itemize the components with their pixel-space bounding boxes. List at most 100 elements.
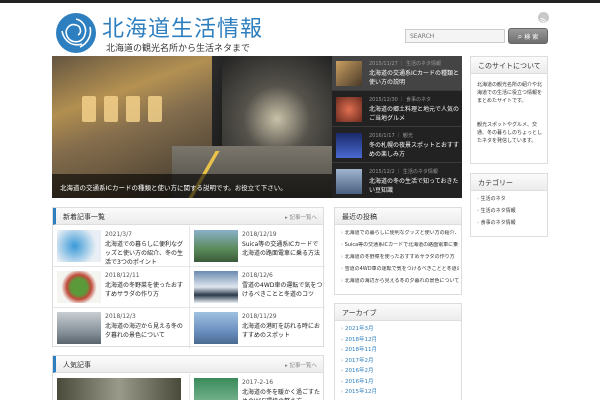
post-item[interactable]: 2018/12/11 北海道の冬野菜を使ったおすすめサラダの作り方 bbox=[53, 267, 189, 308]
post-title[interactable]: 北海道の冬を暖かく過ごすためのWiFi環境の整え方 bbox=[242, 388, 324, 400]
slide-date: 2016/1/17 ｜ 観光 bbox=[369, 133, 413, 139]
section-header: 最近の投稿 bbox=[335, 208, 461, 225]
search-button[interactable]: ⌕ 検 索 bbox=[508, 28, 548, 44]
section-title: このサイトについて bbox=[478, 62, 541, 70]
post-date: 2018/11/29 bbox=[242, 313, 277, 320]
site-description: 北海道の観光名所から生活ネタまで bbox=[106, 44, 251, 54]
slide-title[interactable]: 北海道の冬の生活で知っておきたい豆知識 bbox=[369, 177, 459, 195]
slide-thumbnail bbox=[336, 61, 362, 86]
slider-item[interactable]: 2016/1/17 ｜ 観光 冬の札幌の夜景スポットとおすすめの楽しみ方 bbox=[332, 128, 462, 163]
post-thumbnail[interactable] bbox=[194, 230, 238, 262]
site-title[interactable]: 北海道生活情報 bbox=[102, 11, 263, 43]
tunnel-area bbox=[222, 56, 332, 146]
archive-list: 2021年3月 2018年12月 2018年11月 2017年2月 2016年2… bbox=[341, 326, 377, 400]
list-item[interactable]: 北海道での暮らしに便利なグッズと使い方の紹介、冬の生活で3つのポイント bbox=[341, 230, 459, 237]
archive-link[interactable]: 2016年1月 bbox=[341, 379, 377, 386]
slider-item[interactable]: 2015/12/30 ｜ 食事のネタ 北海道の郷土料理と地元で人気のご当地グルメ bbox=[332, 92, 462, 127]
section-title: 最近の投稿 bbox=[342, 213, 377, 221]
search-button-label: 検 索 bbox=[524, 34, 539, 41]
about-text: 観光スポットやグルメ、交通、冬の暮らしのちょっとしたネタを発信しています。 bbox=[477, 122, 543, 144]
section-title: アーカイブ bbox=[342, 309, 377, 317]
train-window bbox=[104, 96, 118, 122]
post-item[interactable]: 2017-2-16 北海道の冬を暖かく過ごすためのWiFi環境の整え方 bbox=[189, 374, 325, 400]
category-link[interactable]: 食事のネタ情報 bbox=[477, 220, 516, 227]
post-title[interactable]: Suica等の交通系ICカードで北海道の路面電車に乗る方法 bbox=[242, 240, 324, 258]
rose-flower-icon[interactable] bbox=[54, 11, 98, 55]
section-title: カテゴリー bbox=[478, 179, 513, 187]
about-widget: このサイトについて 北海道の観光名所の紹介や北海道での生活に役立つ情報をまとめた… bbox=[470, 56, 548, 164]
slide-title[interactable]: 北海道の郷土料理と地元で人気のご当地グルメ bbox=[369, 105, 459, 123]
about-text: 北海道の観光名所の紹介や北海道での生活に役立つ情報をまとめたサイトです。 bbox=[477, 82, 543, 104]
slide-thumbnail bbox=[336, 97, 362, 122]
post-title[interactable]: 北海道の冬野菜を使ったおすすめサラダの作り方 bbox=[105, 281, 187, 299]
train-window bbox=[126, 96, 140, 122]
archive-widget: アーカイブ 2021年3月 2018年12月 2018年11月 2017年2月 … bbox=[334, 303, 462, 400]
train-window bbox=[148, 96, 162, 122]
slide-date: 2015/12/2 ｜ 生活のネタ情報 bbox=[369, 169, 438, 175]
post-thumbnail[interactable] bbox=[194, 312, 238, 344]
archive-link[interactable]: 2018年12月 bbox=[341, 337, 377, 344]
archive-link[interactable]: 2021年3月 bbox=[341, 326, 377, 333]
category-list: 生活のネタ 生活のネタ情報 食事のネタ情報 bbox=[477, 196, 516, 232]
slide-thumbnail bbox=[336, 133, 362, 158]
list-item[interactable]: Suica等の交通系ICカードで北海道の路面電車に乗る方法について bbox=[341, 242, 459, 249]
post-item[interactable]: 2018/12/19 Suica等の交通系ICカードで北海道の路面電車に乗る方法 bbox=[189, 226, 325, 267]
search-input[interactable] bbox=[405, 29, 505, 43]
post-thumbnail[interactable] bbox=[57, 271, 101, 303]
more-link[interactable]: ▸ 記事一覧へ bbox=[285, 361, 317, 369]
post-thumbnail[interactable] bbox=[57, 378, 181, 400]
section-title: 新着記事一覧 bbox=[63, 213, 105, 221]
slider-item[interactable]: 2015/11/27 ｜ 生活のネタ情報 北海道の交通系ICカードの種類と使い方… bbox=[332, 56, 462, 91]
train-window bbox=[82, 96, 96, 122]
post-title[interactable]: 北海道での暮らしに便利なグッズと使い方の紹介、冬の生活で3つのポイント bbox=[105, 240, 187, 267]
section-header: 新着記事一覧 ▸ 記事一覧へ bbox=[53, 208, 323, 225]
post-date: 2018/12/3 bbox=[105, 313, 136, 320]
slider-list: 2015/11/27 ｜ 生活のネタ情報 北海道の交通系ICカードの種類と使い方… bbox=[332, 56, 462, 198]
archive-link[interactable]: 2016年2月 bbox=[341, 368, 377, 375]
post-title[interactable]: 雪道の4WD車の運転で気をつけるべきことと冬道のコツ bbox=[242, 281, 324, 299]
post-item[interactable]: 2018/12/3 北海道の海辺から見える冬の夕暮れの景色について bbox=[53, 308, 189, 349]
post-date: 2018/12/11 bbox=[105, 272, 140, 279]
recent-posts-widget: 最近の投稿 北海道での暮らしに便利なグッズと使い方の紹介、冬の生活で3つのポイン… bbox=[334, 207, 462, 295]
post-thumbnail[interactable] bbox=[57, 312, 101, 344]
section-header: 人気記事 ▸ 記事一覧へ bbox=[53, 356, 323, 373]
post-date: 2021/3/7 bbox=[105, 231, 132, 238]
slide-title[interactable]: 北海道の交通系ICカードの種類と使い方の説明 bbox=[369, 69, 459, 87]
list-item[interactable]: 北海道の冬野菜を使ったおすすめサラダの作り方 bbox=[341, 254, 459, 261]
post-item[interactable]: 2018/11/29 北海道の港町を訪れる時におすすめのスポット bbox=[189, 308, 325, 349]
post-title[interactable]: 北海道の港町を訪れる時におすすめのスポット bbox=[242, 322, 324, 340]
list-item[interactable]: 雪道の4WD車の運転で気をつけるべきことと冬道のコツ bbox=[341, 266, 459, 273]
slide-date: 2015/11/27 ｜ 生活のネタ情報 bbox=[369, 61, 441, 67]
post-thumbnail[interactable] bbox=[194, 378, 238, 400]
list-item[interactable]: 北海道の海辺から見える冬の夕暮れの景色について bbox=[341, 278, 459, 285]
post-date: 2017-2-16 bbox=[242, 379, 274, 386]
section-header: アーカイブ bbox=[335, 304, 461, 321]
archive-link[interactable]: 2018年11月 bbox=[341, 347, 377, 354]
post-title[interactable]: 北海道の海辺から見える冬の夕暮れの景色について bbox=[105, 322, 187, 340]
post-thumbnail[interactable] bbox=[194, 271, 238, 303]
hero-slide-image[interactable]: 北海道の交通系ICカードの種類と使い方に関する説明です。お役立て下さい。 bbox=[52, 56, 332, 198]
section-title: 人気記事 bbox=[63, 361, 91, 369]
category-link[interactable]: 生活のネタ情報 bbox=[477, 208, 516, 215]
post-thumbnail[interactable] bbox=[57, 230, 101, 262]
archive-link[interactable]: 2015年12月 bbox=[341, 389, 377, 396]
categories-widget: カテゴリー 生活のネタ 生活のネタ情報 食事のネタ情報 bbox=[470, 173, 548, 237]
post-item[interactable] bbox=[53, 374, 189, 400]
section-header: このサイトについて bbox=[471, 57, 547, 74]
post-date: 2018/12/6 bbox=[242, 272, 273, 279]
recent-posts-list: 北海道での暮らしに便利なグッズと使い方の紹介、冬の生活で3つのポイント Suic… bbox=[341, 230, 459, 290]
slide-thumbnail bbox=[336, 169, 362, 194]
more-link[interactable]: ▸ 記事一覧へ bbox=[285, 213, 317, 221]
archive-link[interactable]: 2017年2月 bbox=[341, 358, 377, 365]
slider-item[interactable]: 2015/12/2 ｜ 生活のネタ情報 北海道の冬の生活で知っておきたい豆知識 bbox=[332, 164, 462, 199]
search-icon: ⌕ bbox=[517, 32, 523, 41]
slide-date: 2015/12/30 ｜ 食事のネタ bbox=[369, 97, 431, 103]
rss-icon[interactable] bbox=[538, 12, 549, 25]
category-link[interactable]: 生活のネタ bbox=[477, 196, 516, 203]
hero-caption[interactable]: 北海道の交通系ICカードの種類と使い方に関する説明です。お役立て下さい。 bbox=[52, 174, 332, 198]
slide-title[interactable]: 冬の札幌の夜景スポットとおすすめの楽しみ方 bbox=[369, 141, 459, 159]
popular-posts-section: 人気記事 ▸ 記事一覧へ 2017-2-16 北海道の冬を暖かく過ごすためのWi… bbox=[52, 355, 324, 400]
new-posts-section: 新着記事一覧 ▸ 記事一覧へ 2021/3/7 北海道での暮らしに便利なグッズと… bbox=[52, 207, 325, 349]
post-item[interactable]: 2021/3/7 北海道での暮らしに便利なグッズと使い方の紹介、冬の生活で3つの… bbox=[53, 226, 189, 267]
post-item[interactable]: 2018/12/6 雪道の4WD車の運転で気をつけるべきことと冬道のコツ bbox=[189, 267, 325, 308]
